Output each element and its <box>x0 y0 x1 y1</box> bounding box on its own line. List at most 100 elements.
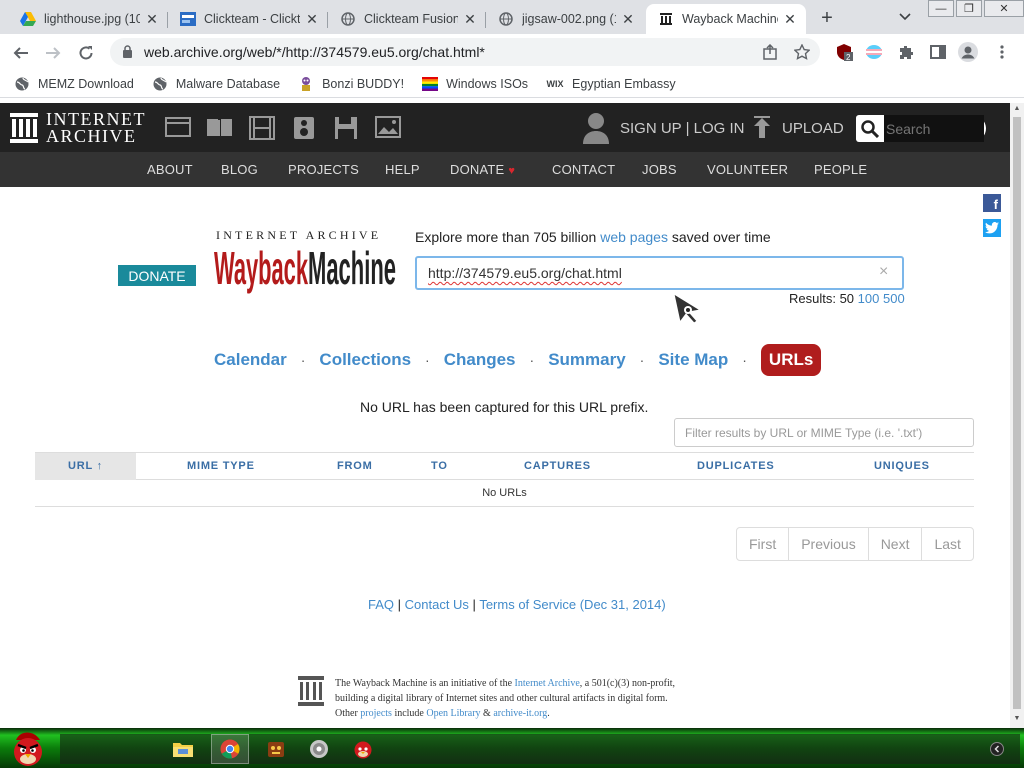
tab-collections[interactable]: Collections <box>319 350 411 370</box>
column-mime-type[interactable]: MIME TYPE <box>187 460 255 472</box>
nav-people[interactable]: PEOPLE <box>814 162 867 177</box>
nav-projects[interactable]: PROJECTS <box>288 162 359 177</box>
minimize-button[interactable]: — <box>928 0 954 17</box>
pager-next[interactable]: Next <box>867 528 922 560</box>
bookmark-bonzi-buddy[interactable]: Bonzi BUDDY! <box>298 76 404 92</box>
close-icon[interactable]: ✕ <box>144 11 160 27</box>
extensions-puzzle-icon[interactable] <box>896 42 916 62</box>
page-scrollbar[interactable]: ▲ ▼ <box>1010 103 1024 728</box>
chevron-down-icon[interactable] <box>894 8 916 26</box>
new-tab-button[interactable]: + <box>814 6 840 30</box>
ublock-extension-icon[interactable]: 2 <box>834 42 854 62</box>
clear-input-button[interactable]: × <box>879 263 888 281</box>
projects-link[interactable]: projects <box>360 708 392 719</box>
bookmark-star-icon[interactable] <box>792 42 812 62</box>
browser-tab-clickteam[interactable]: Clickteam - Clickt ✕ <box>168 4 328 34</box>
tab-urls[interactable]: URLs <box>760 344 822 376</box>
web-icon[interactable] <box>165 116 191 140</box>
pager-previous[interactable]: Previous <box>788 528 867 560</box>
close-window-button[interactable]: ✕ <box>984 0 1024 17</box>
column-from[interactable]: FROM <box>337 460 373 472</box>
close-icon[interactable]: ✕ <box>782 11 798 27</box>
wayback-donate-button[interactable]: DONATE <box>118 265 196 286</box>
open-library-link[interactable]: Open Library <box>426 708 480 719</box>
browser-tab-lighthouse[interactable]: lighthouse.jpg (10 ✕ <box>8 4 168 34</box>
bookmark-egyptian-embassy[interactable]: WIX Egyptian Embassy <box>546 76 676 92</box>
scroll-down-icon[interactable]: ▼ <box>1012 715 1022 725</box>
address-bar[interactable]: web.archive.org/web/*/http://374579.eu5.… <box>110 38 820 66</box>
terms-link[interactable]: Terms of Service (Dec 31, 2014) <box>479 597 665 612</box>
start-angry-bird-icon[interactable] <box>8 728 46 768</box>
disc-icon[interactable] <box>300 734 338 764</box>
archive-it-link[interactable]: archive-it.org <box>493 708 547 719</box>
faq-link[interactable]: FAQ <box>368 597 394 612</box>
nav-donate[interactable]: DONATE ♥ <box>450 162 515 177</box>
column-to[interactable]: TO <box>431 460 448 472</box>
back-button[interactable] <box>8 40 34 66</box>
profile-avatar-icon[interactable] <box>958 42 978 62</box>
browser-tab-wayback[interactable]: Wayback Machine ✕ <box>646 4 806 34</box>
tab-site-map[interactable]: Site Map <box>658 350 728 370</box>
forward-button[interactable] <box>40 40 66 66</box>
close-icon[interactable]: ✕ <box>304 11 320 27</box>
scroll-up-icon[interactable]: ▲ <box>1012 105 1022 115</box>
images-photo-icon[interactable] <box>375 116 401 140</box>
column-duplicates[interactable]: DUPLICATES <box>697 460 774 472</box>
window-controls: — ❐ ✕ <box>926 0 1024 18</box>
twitter-share-icon[interactable] <box>983 219 1001 237</box>
column-uniques[interactable]: UNIQUES <box>874 460 930 472</box>
tab-summary[interactable]: Summary <box>548 350 625 370</box>
ia-search-input[interactable] <box>884 115 984 142</box>
nav-contact[interactable]: CONTACT <box>552 162 615 177</box>
browser-tab-jigsaw[interactable]: jigsaw-002.png (1 ✕ <box>486 4 644 34</box>
angry-bird-app-icon[interactable] <box>344 734 382 764</box>
wayback-machine-logo[interactable]: INTERNET ARCHIVE Wayback Machine <box>214 228 398 298</box>
facebook-share-icon[interactable]: f <box>983 194 1001 212</box>
bookmark-malware-database[interactable]: Malware Database <box>152 76 280 92</box>
close-icon[interactable]: ✕ <box>462 11 478 27</box>
nav-blog[interactable]: BLOG <box>221 162 258 177</box>
tab-changes[interactable]: Changes <box>444 350 516 370</box>
nav-jobs[interactable]: JOBS <box>642 162 677 177</box>
software-floppy-icon[interactable] <box>334 116 360 140</box>
nav-about[interactable]: ABOUT <box>147 162 193 177</box>
user-avatar-icon[interactable] <box>582 112 610 147</box>
upload-icon[interactable] <box>752 116 772 143</box>
bookmark-memz[interactable]: MEMZ Download <box>14 76 134 92</box>
video-film-icon[interactable] <box>249 116 275 140</box>
scrollbar-thumb[interactable] <box>1013 117 1021 709</box>
contact-us-link[interactable]: Contact Us <box>405 597 469 612</box>
column-url[interactable]: URL ↑ <box>68 460 103 472</box>
web-pages-link[interactable]: web pages <box>600 229 668 245</box>
upload-link[interactable]: UPLOAD <box>782 120 844 137</box>
pager-first[interactable]: First <box>737 528 788 560</box>
internet-archive-logo[interactable]: INTERNET ARCHIVE <box>10 110 146 145</box>
results-100-link[interactable]: 100 <box>858 291 880 306</box>
signup-login-link[interactable]: SIGN UP | LOG IN <box>620 120 744 137</box>
results-500-link[interactable]: 500 <box>883 291 905 306</box>
side-panel-icon[interactable] <box>928 42 948 62</box>
pager-last[interactable]: Last <box>921 528 972 560</box>
file-explorer-icon[interactable] <box>164 734 202 764</box>
tab-calendar[interactable]: Calendar <box>214 350 287 370</box>
nav-volunteer[interactable]: VOLUNTEER <box>707 162 788 177</box>
reload-button[interactable] <box>73 40 99 66</box>
bookmark-windows-isos[interactable]: Windows ISOs <box>422 76 528 92</box>
search-icon[interactable] <box>856 115 884 142</box>
transgender-flag-extension-icon[interactable] <box>864 42 884 62</box>
url-filter-input[interactable]: Filter results by URL or MIME Type (i.e.… <box>674 418 974 447</box>
browser-menu-icon[interactable] <box>992 42 1012 62</box>
texts-book-icon[interactable] <box>206 116 232 140</box>
nav-help[interactable]: HELP <box>385 162 420 177</box>
column-captures[interactable]: CAPTURES <box>524 460 591 472</box>
wayback-url-input[interactable]: http://374579.eu5.org/chat.html <box>415 256 904 290</box>
close-icon[interactable]: ✕ <box>620 11 636 27</box>
audio-speaker-icon[interactable] <box>293 116 319 140</box>
game-icon[interactable] <box>257 734 295 764</box>
chrome-icon[interactable] <box>211 734 249 764</box>
maximize-button[interactable]: ❐ <box>956 0 982 17</box>
share-icon[interactable] <box>760 42 780 62</box>
internet-archive-link[interactable]: Internet Archive <box>515 678 580 689</box>
tray-chevron-icon[interactable] <box>990 742 1004 756</box>
browser-tab-clickteam-fusion[interactable]: Clickteam Fusion ✕ <box>328 4 486 34</box>
